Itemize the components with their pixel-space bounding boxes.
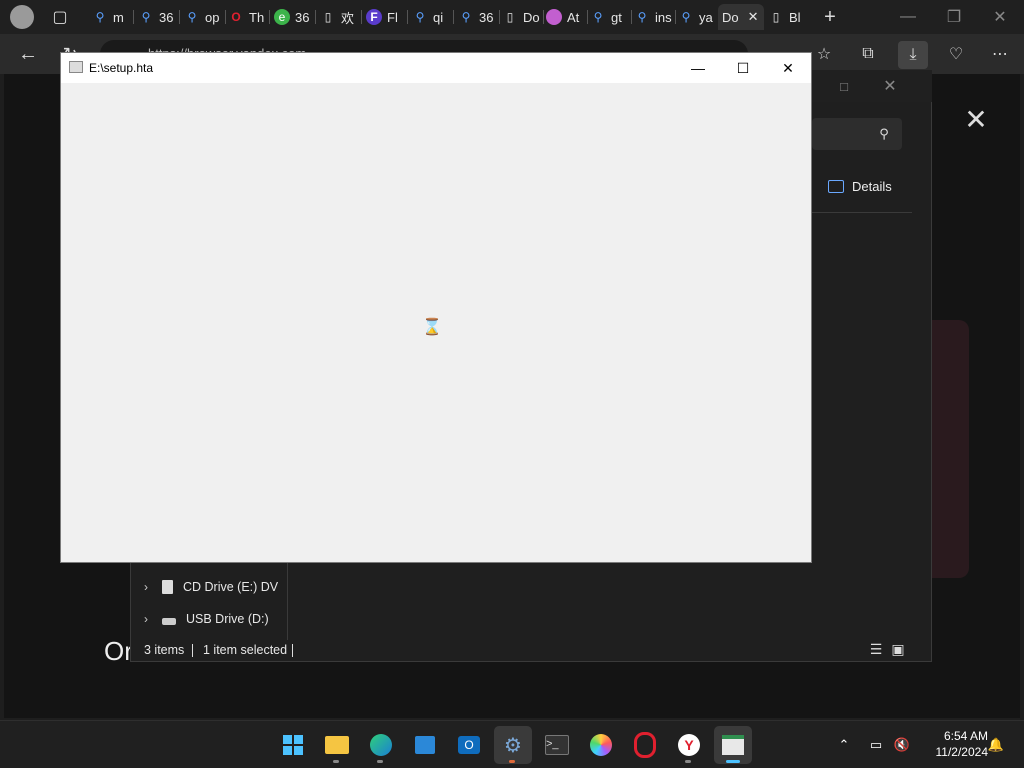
chevron-up-icon[interactable]: ⌃ xyxy=(834,735,854,755)
outlook-icon[interactable]: O xyxy=(450,726,488,764)
minimize-icon[interactable]: — xyxy=(675,53,721,83)
browser-tab[interactable]: e 36 xyxy=(274,4,316,30)
colorful-icon xyxy=(546,9,562,25)
terminal-icon[interactable]: >_ xyxy=(538,726,576,764)
explorer-search-box[interactable]: ⚲ xyxy=(812,118,902,150)
page-icon: ▯ xyxy=(324,10,332,24)
items-count: 3 items xyxy=(144,643,185,657)
opera-icon: O xyxy=(231,10,241,24)
search-icon: ⚲ xyxy=(95,10,105,24)
overlay-close-icon[interactable]: ✕ xyxy=(962,106,990,134)
usb-drive-icon xyxy=(162,617,176,625)
search-icon: ⚲ xyxy=(681,10,691,24)
network-icon[interactable]: ▭ xyxy=(866,735,886,755)
hta-app-icon[interactable] xyxy=(714,726,752,764)
browser-tab[interactable]: ⚲ 36 xyxy=(138,4,180,30)
nav-item-cd-drive[interactable]: › CD Drive (E:) DV xyxy=(140,575,278,599)
close-icon[interactable]: ✕ xyxy=(988,5,1012,29)
restore-icon[interactable]: ❐ xyxy=(942,5,966,29)
close-icon[interactable]: ✕ xyxy=(765,53,811,83)
divider xyxy=(287,560,288,640)
file-explorer-icon[interactable] xyxy=(318,726,356,764)
downloads-icon[interactable]: ⤓ xyxy=(898,41,928,69)
search-icon: ⚲ xyxy=(141,10,151,24)
explorer-status-bar: 3 items 1 item selected xyxy=(131,640,931,662)
details-view-icon[interactable]: ☰ xyxy=(868,641,884,657)
browser-tab[interactable]: At xyxy=(546,4,588,30)
explorer-titlebar: □ ✕ xyxy=(812,70,932,102)
store-icon[interactable] xyxy=(406,726,444,764)
browser-tab[interactable]: ⚲ ins xyxy=(634,4,676,30)
details-button[interactable]: Details xyxy=(828,176,918,196)
volume-muted-icon[interactable]: 🔇 xyxy=(892,735,912,755)
browser-tab[interactable]: O Th xyxy=(228,4,270,30)
minimize-icon[interactable]: — xyxy=(896,5,920,29)
browser-tab[interactable]: ▯ Bl xyxy=(768,4,810,30)
more-icon[interactable]: ⋯ xyxy=(988,42,1012,66)
clock-time: 6:54 AM xyxy=(943,729,988,743)
start-icon[interactable] xyxy=(274,726,312,764)
close-icon[interactable]: ✕ xyxy=(878,74,902,98)
chevron-right-icon[interactable]: › xyxy=(140,612,152,626)
new-tab-icon[interactable]: + xyxy=(818,5,842,29)
profile-avatar[interactable] xyxy=(10,5,34,29)
notification-bell-icon[interactable]: 🔔 xyxy=(986,735,1006,755)
browser-tab[interactable]: ⚲ op xyxy=(184,4,226,30)
edge-icon[interactable] xyxy=(362,726,400,764)
f-icon: F xyxy=(366,9,382,25)
search-icon: ⚲ xyxy=(593,10,603,24)
browser-tab[interactable]: ▯ 欢 xyxy=(320,4,362,30)
hta-window xyxy=(60,52,812,563)
search-icon: ⚲ xyxy=(461,10,471,24)
details-pane-icon xyxy=(828,179,844,193)
browser-tab[interactable]: F Fl xyxy=(366,4,408,30)
maximize-icon[interactable]: □ xyxy=(832,74,856,98)
busy-cursor-icon: ⌛ xyxy=(422,319,442,336)
opera-icon[interactable] xyxy=(626,726,664,764)
page-icon: ▯ xyxy=(506,10,514,24)
settings-icon[interactable]: ⚙ xyxy=(494,726,532,764)
search-icon: ⚲ xyxy=(415,10,425,24)
green-globe-icon: e xyxy=(274,9,290,25)
browser-tab-bar: ▢ ⚲ m ⚲ 36 ⚲ op O Th e 36 ▯ 欢 F Fl ⚲ qi ⚲ 36 ▯ Do … xyxy=(0,0,1024,34)
page-icon: ▯ xyxy=(772,10,780,24)
back-icon[interactable]: ← xyxy=(16,42,40,66)
selection-count: 1 item selected xyxy=(203,643,288,657)
chevron-right-icon[interactable]: › xyxy=(140,580,152,594)
clock-date: 11/2/2024 xyxy=(935,745,989,759)
window-title: E:\setup.hta xyxy=(89,61,154,75)
page-text: Or xyxy=(104,636,133,666)
chromium-icon[interactable] xyxy=(582,726,620,764)
browser-tab-active[interactable]: Do ✕ xyxy=(718,4,764,30)
browser-tab[interactable]: ⚲ qi xyxy=(412,4,454,30)
browser-essentials-icon[interactable]: ♡ xyxy=(944,42,968,66)
browser-tab[interactable]: ▯ Do xyxy=(502,4,544,30)
collections-icon[interactable]: ⧉ xyxy=(856,42,880,66)
search-icon: ⚲ xyxy=(637,10,647,24)
divider xyxy=(812,212,912,213)
search-icon: ⚲ xyxy=(879,126,889,141)
browser-tab[interactable]: ⚲ ya xyxy=(678,4,720,30)
hta-app-icon xyxy=(69,61,83,73)
browser-tab[interactable]: ⚲ gt xyxy=(590,4,632,30)
nav-item-usb-drive[interactable]: › USB Drive (D:) xyxy=(140,607,269,631)
maximize-icon[interactable]: ☐ xyxy=(720,53,766,83)
tab-actions-icon[interactable]: ▢ xyxy=(48,5,72,29)
favorites-icon[interactable]: ☆ xyxy=(812,42,836,66)
tab-close-icon[interactable]: ✕ xyxy=(748,9,759,25)
search-icon: ⚲ xyxy=(187,10,197,24)
browser-tab[interactable]: ⚲ m xyxy=(92,4,134,30)
hta-titlebar[interactable]: E:\setup.hta — ☐ ✕ xyxy=(61,53,811,83)
tiles-view-icon[interactable]: ▣ xyxy=(890,641,906,657)
yandex-icon[interactable]: Y xyxy=(670,726,708,764)
cd-drive-icon xyxy=(162,580,173,594)
clock[interactable]: 6:54 AM 11/2/2024 xyxy=(918,728,989,760)
browser-tab[interactable]: ⚲ 36 xyxy=(458,4,500,30)
